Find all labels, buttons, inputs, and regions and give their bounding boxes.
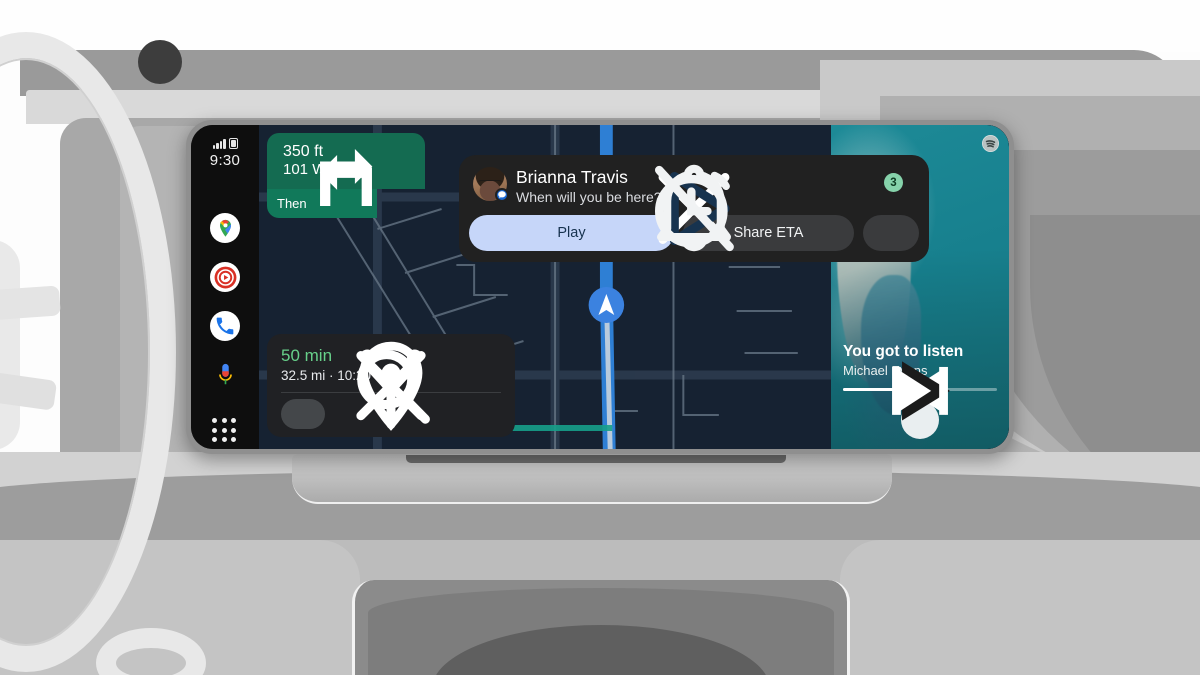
battery-icon bbox=[228, 138, 238, 149]
place-pin-button[interactable] bbox=[359, 341, 469, 431]
eta-card[interactable]: 50 min 32.5 mi · 10:20 am bbox=[267, 333, 515, 437]
android-auto-screen: 9:30 350 ft 101 W Pac Then 50 min 32.5 m… bbox=[191, 125, 1009, 449]
eta-action-row bbox=[281, 341, 501, 431]
console-band-right bbox=[840, 540, 1200, 675]
steering-wheel-logo bbox=[138, 40, 182, 84]
rail-app-list bbox=[210, 213, 240, 444]
status-bar-clock: 9:30 bbox=[209, 152, 241, 169]
notification-action-row: Play Share ETA bbox=[469, 164, 919, 252]
maps-app-icon[interactable] bbox=[210, 213, 240, 243]
app-grid-icon[interactable] bbox=[212, 418, 238, 444]
phone-app-icon[interactable] bbox=[210, 311, 240, 341]
cellular-signal-icon bbox=[212, 138, 226, 149]
notification-card[interactable]: Brianna Travis When will you be here? 3 bbox=[459, 155, 929, 262]
screen-stand-slot bbox=[406, 455, 786, 463]
mute-notification-button[interactable] bbox=[654, 164, 919, 252]
map-pin-icon bbox=[359, 341, 423, 431]
bell-mute-icon bbox=[654, 164, 734, 252]
navigation-rail: 9:30 bbox=[191, 125, 259, 449]
media-info: You got to listen Michael Evans bbox=[831, 343, 1009, 439]
assistant-mic-icon[interactable] bbox=[210, 360, 240, 390]
spotify-icon bbox=[982, 135, 999, 152]
navigation-card[interactable]: 350 ft 101 W Pac Then bbox=[267, 133, 425, 219]
skip-next-icon bbox=[894, 367, 948, 416]
navigation-next-step: Then bbox=[267, 149, 377, 219]
youtube-music-app-icon[interactable] bbox=[210, 262, 240, 292]
media-controls bbox=[843, 361, 997, 439]
map-canvas[interactable]: 350 ft 101 W Pac Then 50 min 32.5 mi · 1… bbox=[259, 125, 1009, 449]
status-bar bbox=[212, 137, 238, 149]
windshield-area bbox=[0, 0, 1200, 52]
